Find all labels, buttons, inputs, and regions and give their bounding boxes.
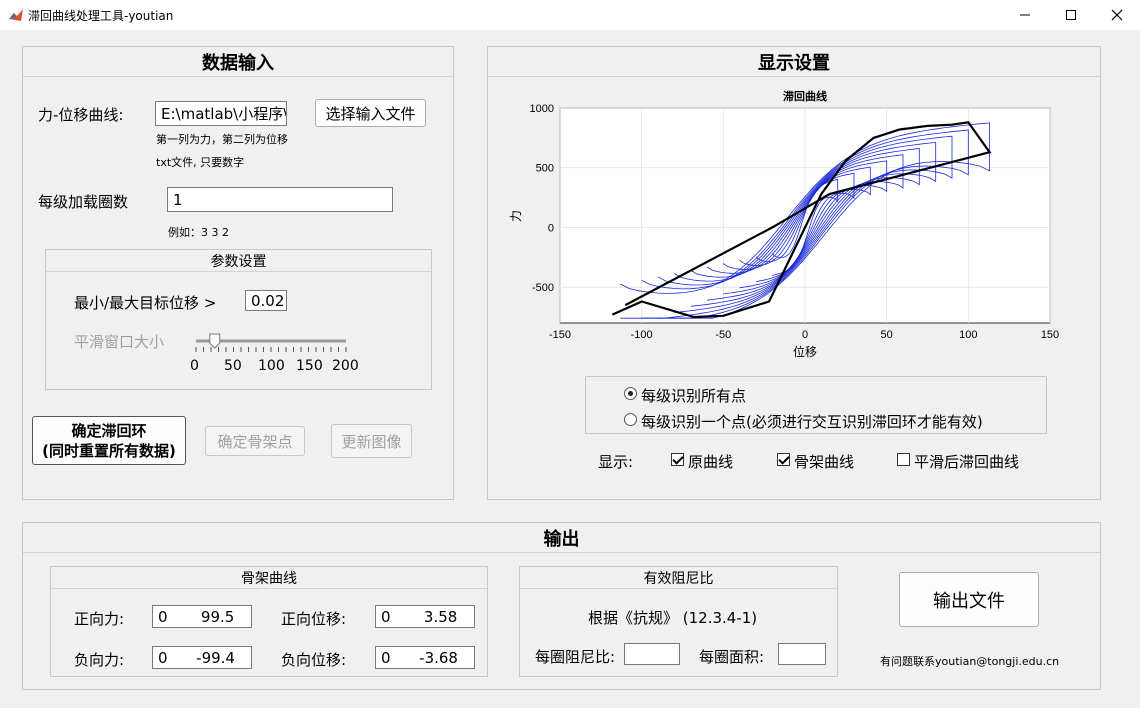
neg-disp-field[interactable]: 0 -3.68 (375, 646, 475, 669)
minimize-button[interactable] (1002, 0, 1048, 30)
chart-title: 滞回曲线 (783, 89, 827, 103)
confirm-loop-line1: 确定滞回环 (71, 421, 147, 440)
y-tick-labels: 1000 500 0 -500 (530, 103, 554, 294)
panel-title: 输出 (23, 523, 1100, 553)
hysteresis-chart: -150 -100 -50 0 50 100 150 10005000-500 滞回曲线 位… (509, 89, 1059, 359)
hint-line1: 第一列为力，第二列为位移 (156, 133, 288, 146)
params-title: 参数设置 (46, 250, 431, 272)
x-tick-label: -50 (715, 329, 731, 341)
cycles-input[interactable]: 1 (167, 187, 393, 212)
x-axis-label: 位移 (793, 344, 817, 359)
slider-tick-150: 150 (296, 358, 323, 374)
radio-one-point[interactable] (624, 413, 637, 426)
per-cycle-damping-label: 每圈阻尼比: (535, 648, 616, 666)
confirm-skeleton-button[interactable]: 确定骨架点 (205, 426, 305, 456)
per-cycle-area-field[interactable] (778, 643, 826, 665)
window-title: 滞回曲线处理工具-youtian (28, 9, 174, 23)
y-tick-label: 0 (548, 222, 554, 234)
pos-force-label: 正向力: (74, 610, 125, 628)
x-tick-label: -150 (549, 329, 571, 341)
export-file-button[interactable]: 输出文件 (899, 572, 1039, 627)
x-tick-labels: -150 -100 -50 0 50 100 150 (549, 329, 1059, 341)
radio-all-points[interactable] (624, 387, 637, 400)
update-image-button[interactable]: 更新图像 (331, 424, 412, 458)
pos-force-field[interactable]: 0 99.5 (152, 605, 252, 628)
pos-disp-field[interactable]: 0 3.58 (375, 605, 475, 628)
check-smoothed[interactable] (897, 453, 910, 466)
slider-tick-0: 0 (190, 358, 199, 374)
show-label: 显示: (598, 453, 634, 471)
cycles-label: 每级加载圈数 (38, 193, 129, 211)
close-icon (1111, 9, 1123, 21)
file-path-input[interactable]: E:\matlab\小程序\ (155, 101, 287, 126)
panel-title: 显示设置 (488, 47, 1100, 77)
slider-ticks (195, 347, 347, 352)
x-tick-label: 100 (959, 329, 977, 341)
y-axis-label: 力 (509, 210, 523, 222)
smooth-label: 平滑窗口大小 (74, 333, 165, 351)
radio-one-label: 每级识别一个点(必须进行交互识别滞回环才能有效) (641, 413, 983, 431)
cycles-example: 例如：3 3 2 (168, 226, 229, 239)
slider-tick-200: 200 (332, 358, 359, 374)
damping-basis: 根据《抗规》 (12.3.4-1) (588, 609, 758, 627)
x-tick-label: 50 (881, 329, 893, 341)
matlab-icon (8, 7, 24, 23)
hint-line2: txt文件, 只要数字 (156, 156, 245, 169)
x-tick-label: -100 (631, 329, 653, 341)
neg-disp-label: 负向位移: (281, 651, 347, 669)
skeleton-output-title: 骨架曲线 (51, 567, 487, 589)
close-button[interactable] (1094, 0, 1140, 30)
check-original[interactable] (671, 453, 684, 466)
x-tick-label: 0 (802, 329, 808, 341)
slider-thumb[interactable] (209, 333, 221, 349)
slider-tick-100: 100 (258, 358, 285, 374)
check-smoothed-label: 平滑后滞回曲线 (914, 453, 1020, 471)
per-cycle-damping-field[interactable] (624, 643, 680, 665)
min-max-label: 最小/最大目标位移 > (74, 294, 217, 312)
pos-disp-label: 正向位移: (281, 610, 347, 628)
title-bar: 滞回曲线处理工具-youtian (0, 0, 1140, 30)
maximize-icon (1066, 10, 1076, 20)
min-max-input[interactable]: 0.02 (245, 290, 287, 311)
confirm-loop-line2: (同时重置所有数据) (42, 441, 176, 460)
y-tick-label: -500 (532, 282, 554, 294)
per-cycle-area-label: 每圈面积: (699, 648, 765, 666)
check-skeleton[interactable] (777, 453, 790, 466)
y-tick-label: 500 (536, 163, 554, 175)
confirm-loop-button[interactable]: 确定滞回环 (同时重置所有数据) (32, 416, 186, 465)
y-tick-label: 1000 (530, 103, 554, 115)
minimize-icon (1020, 14, 1030, 16)
force-disp-label: 力-位移曲线: (38, 106, 124, 124)
select-file-button[interactable]: 选择输入文件 (315, 99, 426, 127)
check-skeleton-label: 骨架曲线 (794, 453, 855, 471)
radio-all-label: 每级识别所有点 (641, 387, 747, 405)
x-tick-label: 150 (1041, 329, 1059, 341)
neg-force-label: 负向力: (74, 651, 125, 669)
damping-title: 有效阻尼比 (520, 567, 837, 589)
maximize-button[interactable] (1048, 0, 1094, 30)
slider-tick-50: 50 (224, 358, 242, 374)
neg-force-field[interactable]: 0 -99.4 (152, 646, 252, 669)
contact-text: 有问题联系youtian@tongji.edu.cn (880, 655, 1060, 668)
check-original-label: 原曲线 (688, 453, 734, 471)
panel-title: 数据输入 (23, 47, 453, 77)
